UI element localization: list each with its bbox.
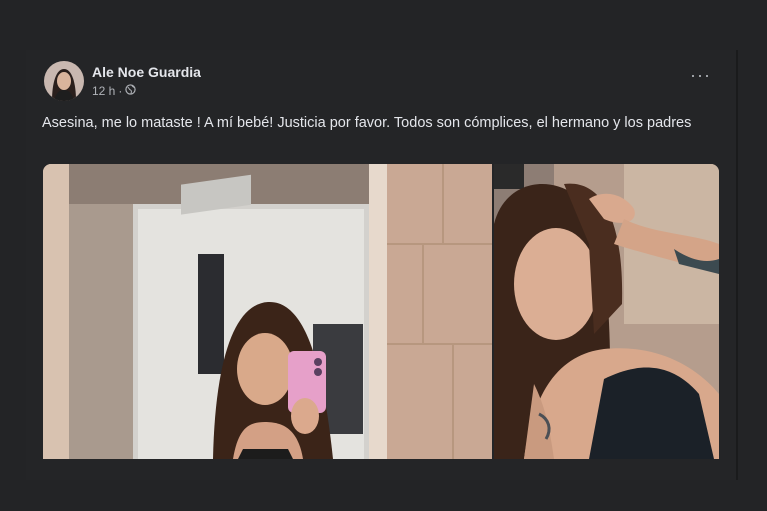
avatar-image [44, 61, 84, 101]
post-meta: 12 h · [92, 84, 137, 98]
more-options-icon[interactable]: ··· [690, 66, 711, 84]
meta-separator: · [118, 84, 123, 98]
photo-mirror-selfie[interactable] [43, 164, 492, 459]
globe-icon[interactable] [125, 84, 137, 98]
post-text: Asesina, me lo mataste ! A mí bebé! Just… [42, 115, 692, 131]
photo-portrait-selfie[interactable] [494, 164, 719, 459]
screenshot-frame: Ale Noe Guardia 12 h · ··· Asesina, me l… [0, 0, 767, 511]
post-time[interactable]: 12 h [92, 84, 115, 98]
author-name[interactable]: Ale Noe Guardia [92, 64, 201, 80]
avatar[interactable] [44, 61, 84, 101]
